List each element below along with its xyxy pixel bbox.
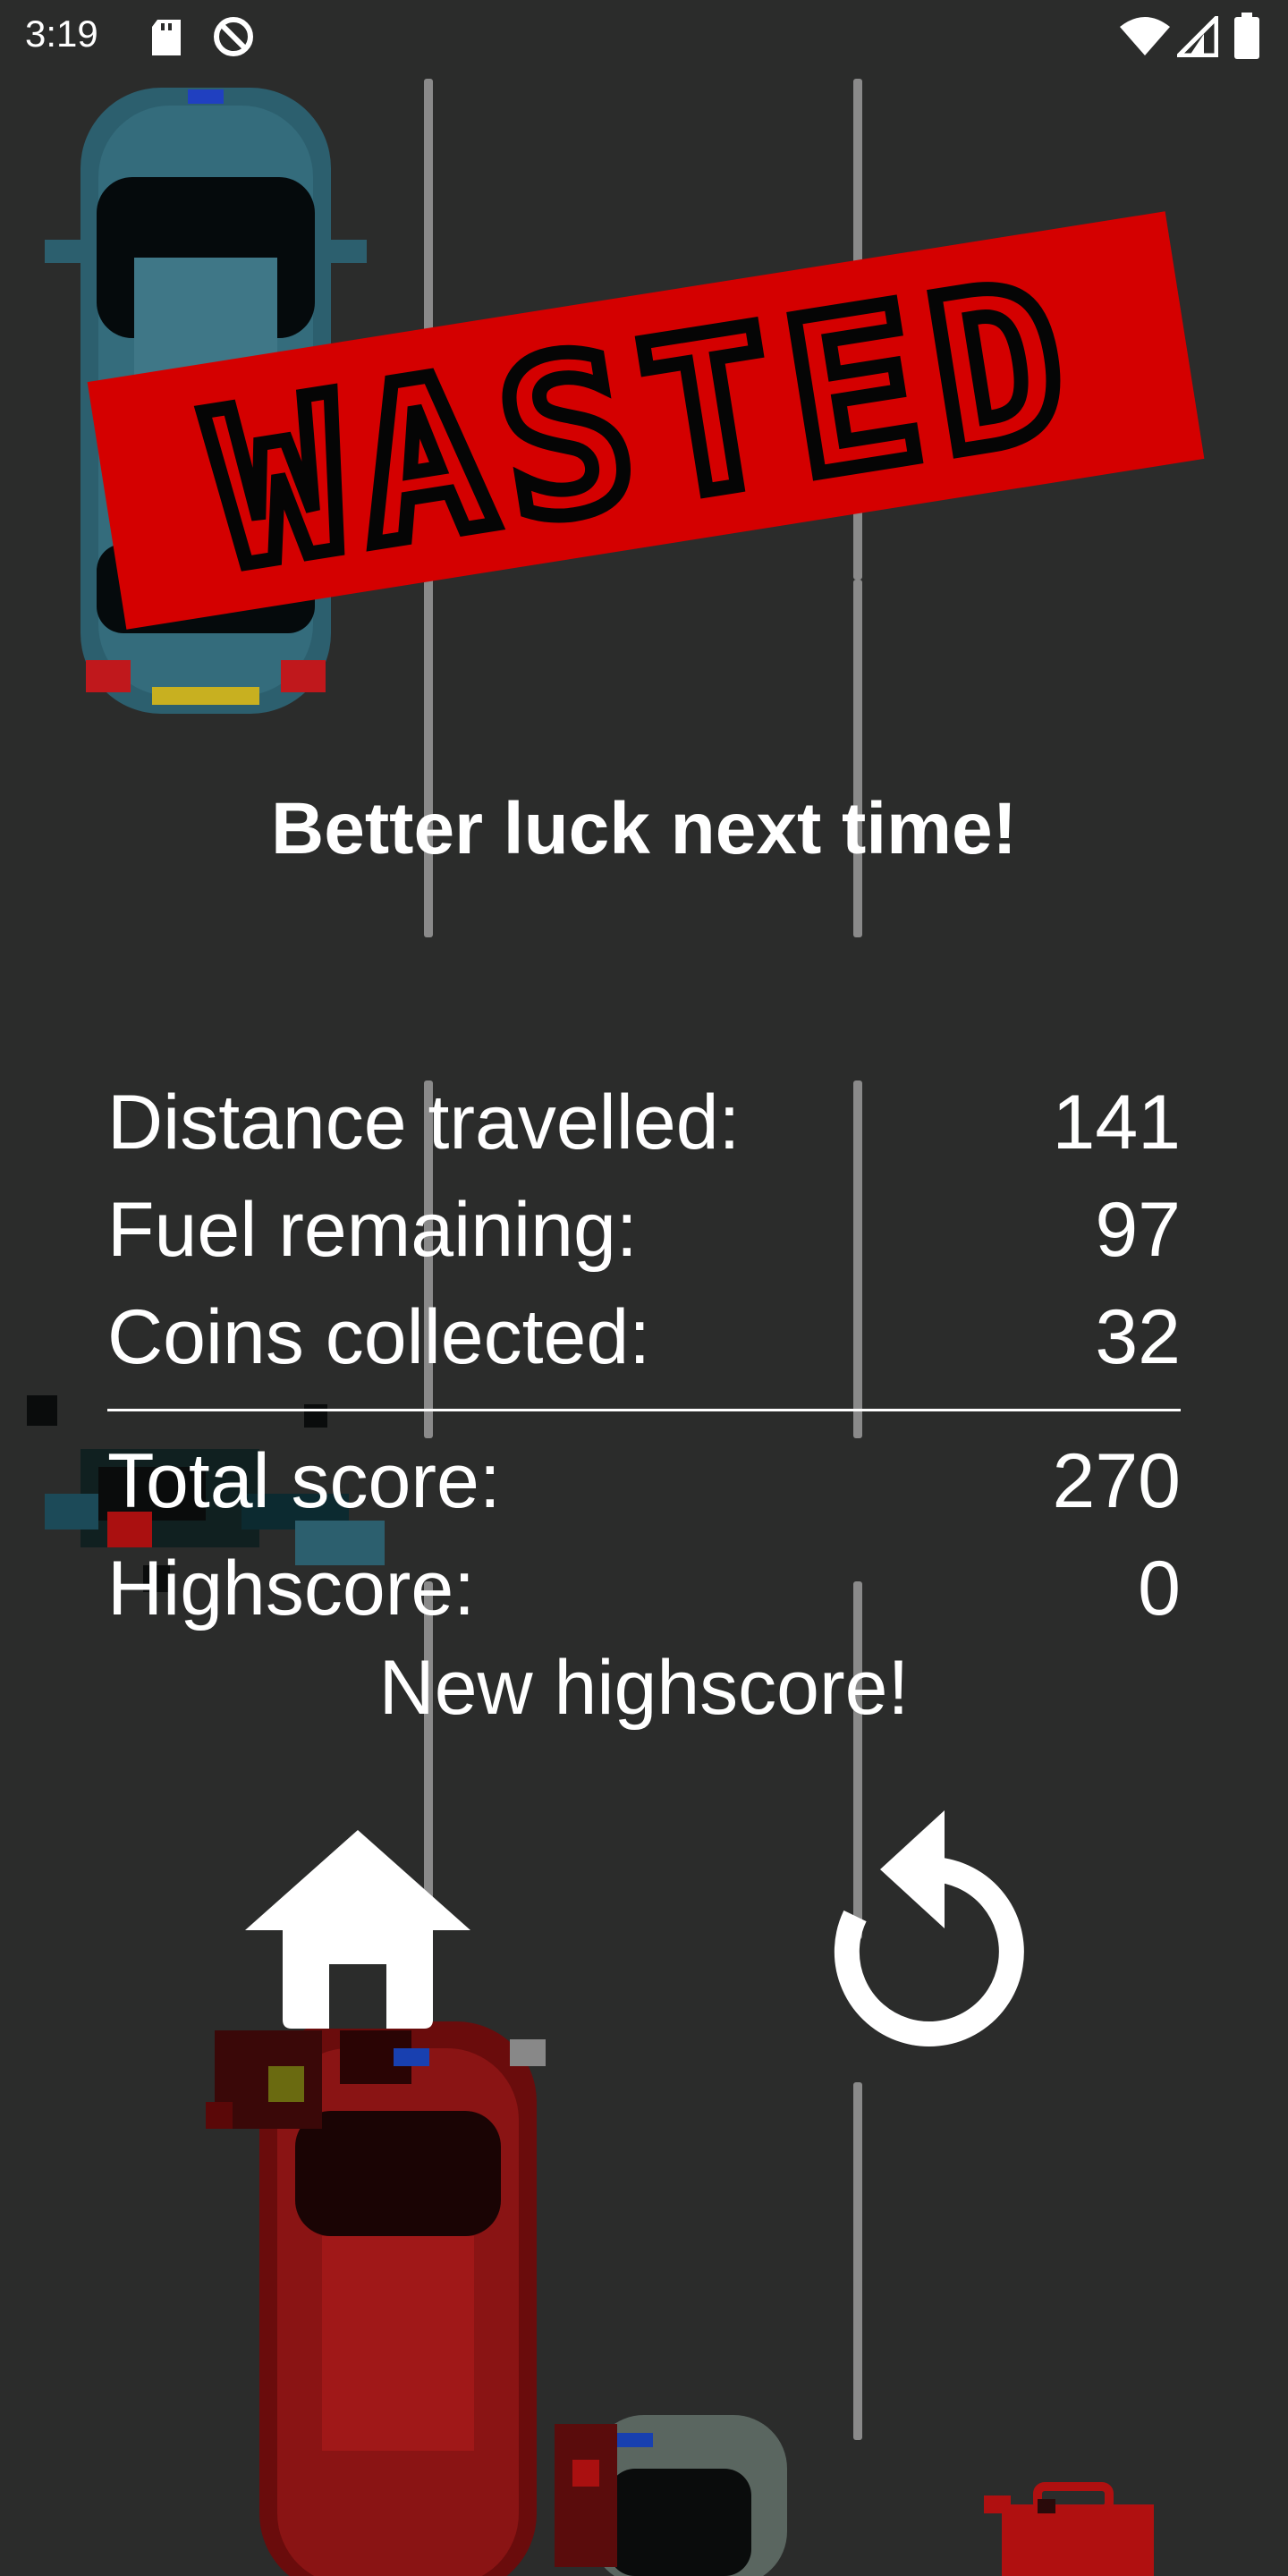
stat-label: Fuel remaining: xyxy=(107,1186,638,1273)
stat-value: 270 xyxy=(1052,1437,1182,1524)
stat-value: 141 xyxy=(1052,1079,1182,1165)
stat-label: Highscore: xyxy=(107,1545,476,1631)
stat-row-coins: Coins collected: 32 xyxy=(107,1284,1181,1391)
divider xyxy=(107,1409,1181,1411)
game-over-message: Better luck next time! xyxy=(271,788,1017,869)
restart-button[interactable] xyxy=(823,1798,1038,2048)
sd-card-icon xyxy=(152,20,181,55)
restart-icon xyxy=(834,1810,1024,2046)
status-time: 3:19 xyxy=(25,13,98,55)
data-saver-icon xyxy=(214,17,253,56)
stat-label: Coins collected: xyxy=(107,1293,651,1380)
stat-label: Distance travelled: xyxy=(107,1079,741,1165)
stat-label: Total score: xyxy=(107,1437,501,1524)
red-car xyxy=(206,2021,546,2576)
status-bar: 3:19 xyxy=(0,0,1288,75)
fuel-can-icon xyxy=(984,2482,1154,2576)
stat-row-highscore: Highscore: 0 xyxy=(107,1535,1181,1642)
stat-row-distance: Distance travelled: 141 xyxy=(107,1069,1181,1176)
stat-value: 32 xyxy=(1095,1293,1181,1380)
stat-value: 97 xyxy=(1095,1186,1181,1273)
signal-icon xyxy=(1177,16,1218,57)
stat-row-fuel: Fuel remaining: 97 xyxy=(107,1176,1181,1284)
wifi-icon xyxy=(1120,17,1170,55)
home-button[interactable] xyxy=(242,1825,474,2030)
lane-line xyxy=(853,2082,862,2440)
lane-line xyxy=(853,580,862,937)
score-summary: Distance travelled: 141 Fuel remaining: … xyxy=(107,1069,1181,1642)
home-icon xyxy=(245,1830,470,2029)
battery-icon xyxy=(1234,13,1259,59)
stat-value: 0 xyxy=(1138,1545,1181,1631)
game-over-screen: 3:19 WASTED Better luck next time! Dista… xyxy=(0,0,1288,2576)
new-highscore-text: New highscore! xyxy=(378,1645,910,1731)
stat-row-total: Total score: 270 xyxy=(107,1428,1181,1535)
gray-car xyxy=(555,2415,787,2576)
